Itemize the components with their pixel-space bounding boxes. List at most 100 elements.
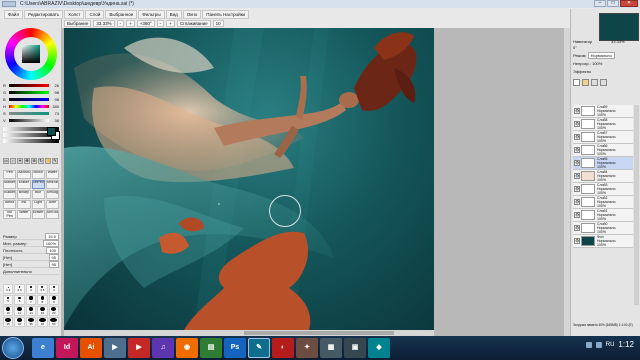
color-slider-row[interactable]: S 73 bbox=[3, 110, 59, 117]
blend-mode-row[interactable]: Режим: Нормально bbox=[573, 52, 639, 59]
tool-option-chip[interactable]: + bbox=[126, 20, 135, 27]
effects-row[interactable]: Эффекты bbox=[573, 69, 639, 74]
maximize-button[interactable]: □ bbox=[607, 0, 619, 7]
taskbar-app-button[interactable]: ◆ bbox=[368, 338, 390, 358]
brush-tool-button[interactable]: SelPen bbox=[31, 180, 45, 189]
brush-size-button[interactable]: 7 bbox=[25, 295, 37, 305]
brush-size-button[interactable]: 2.6 bbox=[14, 284, 25, 294]
color-wheel[interactable] bbox=[5, 28, 57, 80]
taskbar-app-button[interactable]: ♫ bbox=[152, 338, 174, 358]
slider-track[interactable] bbox=[9, 105, 49, 108]
merge-layer-icon[interactable] bbox=[600, 79, 607, 86]
brush-property-value[interactable]: 100 bbox=[46, 246, 59, 254]
navigator-preview[interactable] bbox=[599, 13, 639, 41]
taskbar-app-button[interactable]: ✦ bbox=[296, 338, 318, 358]
magic-wand-icon[interactable]: ✦ bbox=[17, 158, 23, 164]
brush-property-value[interactable]: 15.0 bbox=[45, 232, 59, 240]
brush-property-row[interactable]: [Нет] 95 bbox=[3, 260, 59, 268]
brush-tool-button[interactable]: Water bbox=[45, 170, 59, 179]
brush-size-button[interactable]: 16 bbox=[37, 306, 48, 316]
lasso-icon[interactable]: ◌ bbox=[10, 158, 16, 164]
select-icon[interactable]: ▭ bbox=[3, 158, 9, 164]
brush-tool-button[interactable]: Water bbox=[17, 210, 31, 219]
brush-size-button[interactable]: 35 bbox=[25, 317, 37, 327]
color-slider-row[interactable]: R 26 bbox=[3, 82, 59, 89]
close-button[interactable]: ✕ bbox=[620, 0, 638, 7]
slider-value[interactable]: 98 bbox=[51, 90, 59, 95]
layer-row[interactable]: 👁 Слой9 Нормально 100% bbox=[573, 105, 633, 118]
brush-tool-button[interactable]: AirBrush bbox=[17, 170, 31, 179]
brush-tool-button[interactable]: SelEras bbox=[45, 180, 59, 189]
brush-property-value[interactable]: 100% bbox=[42, 239, 59, 247]
brush-size-button[interactable]: 14 bbox=[25, 306, 37, 316]
brush-size-button[interactable]: 9 bbox=[48, 295, 59, 305]
menu-item[interactable]: Фильтры bbox=[138, 9, 165, 19]
brush-size-button[interactable]: 10 bbox=[3, 306, 14, 316]
opacity-row[interactable]: Непрозр.: 100% bbox=[573, 61, 639, 66]
taskbar-app-button[interactable]: ▶ bbox=[104, 338, 126, 358]
taskbar-app-button[interactable]: Ps bbox=[224, 338, 246, 358]
navigator-zoom[interactable]: 33.33% bbox=[611, 39, 625, 44]
menu-item[interactable]: Холст bbox=[64, 9, 85, 19]
new-folder-icon[interactable] bbox=[582, 79, 589, 86]
brush-size-button[interactable]: 40 bbox=[37, 317, 48, 327]
tool-option-chip[interactable]: 33.33% bbox=[93, 20, 115, 27]
taskbar-app-button[interactable]: ◐ bbox=[272, 338, 294, 358]
slider-track[interactable] bbox=[9, 119, 49, 122]
brush-tool-button[interactable]: Light bbox=[31, 200, 45, 209]
brush-tool-button[interactable]: Marker bbox=[3, 180, 17, 189]
slider-value[interactable]: 180 bbox=[51, 104, 59, 109]
slider-track[interactable] bbox=[9, 98, 49, 101]
taskbar-app-button[interactable]: ✎ bbox=[248, 338, 270, 358]
color-slider-row[interactable]: B 98 bbox=[3, 96, 59, 103]
taskbar-app-button[interactable]: ▶ bbox=[128, 338, 150, 358]
language-indicator[interactable]: RU bbox=[606, 342, 615, 348]
brush-tool-button[interactable]: Eraser bbox=[17, 180, 31, 189]
taskbar-app-button[interactable]: Id bbox=[56, 338, 78, 358]
taskbar-app-button[interactable]: e bbox=[32, 338, 54, 358]
slider-value[interactable]: 73 bbox=[51, 111, 59, 116]
brush-tool-button[interactable]: Blur bbox=[31, 190, 45, 199]
visibility-toggle-icon[interactable]: 👁 bbox=[574, 199, 580, 205]
volume-icon[interactable] bbox=[595, 341, 602, 348]
brush-size-button[interactable]: 4 bbox=[48, 284, 59, 294]
brush-size-button[interactable]: 5 bbox=[3, 295, 14, 305]
color-slider-row[interactable]: G 98 bbox=[3, 89, 59, 96]
tool-option-chip[interactable]: - bbox=[156, 20, 165, 27]
brush-size-button[interactable]: 3 bbox=[25, 284, 37, 294]
layer-row[interactable]: 👁 Фон Нормально 100% bbox=[573, 235, 633, 248]
taskbar-app-button[interactable]: ◉ bbox=[176, 338, 198, 358]
brush-size-button[interactable]: 20 bbox=[48, 306, 59, 316]
brush-size-button[interactable]: 3.5 bbox=[37, 284, 48, 294]
foreground-color[interactable] bbox=[47, 127, 56, 136]
blend-mode-value[interactable]: Нормально bbox=[587, 52, 615, 59]
slider-track[interactable] bbox=[9, 112, 49, 115]
taskbar-app-button[interactable]: ▦ bbox=[320, 338, 342, 358]
fg-bg-colors[interactable] bbox=[47, 127, 60, 140]
brush-tool-button[interactable]: Blend bbox=[3, 200, 17, 209]
new-layer-icon[interactable] bbox=[573, 79, 580, 86]
tool-option-chip[interactable]: Сглаживание bbox=[176, 20, 211, 27]
brush-tool-button[interactable]: Pen bbox=[3, 170, 17, 179]
layer-row[interactable]: 👁 Слой7 Нормально 100% bbox=[573, 131, 633, 144]
brush-size-button[interactable]: 12 bbox=[14, 306, 25, 316]
tool-option-chip[interactable]: - bbox=[116, 20, 125, 27]
brush-size-button[interactable]: 6 bbox=[14, 295, 25, 305]
layer-row[interactable]: 👁 Слой6 Нормально 100% bbox=[573, 144, 633, 157]
brush-size-button[interactable]: 2.3 bbox=[3, 284, 14, 294]
move-icon[interactable]: ✥ bbox=[24, 158, 30, 164]
layer-row[interactable]: 👁 Слой0 Нормально 100% bbox=[573, 222, 633, 235]
slider-value[interactable]: 98 bbox=[51, 97, 59, 102]
brush-size-button[interactable]: 50 bbox=[48, 317, 59, 327]
layer-list-scrollbar[interactable] bbox=[634, 105, 639, 305]
layer-row[interactable]: 👁 Слой2 Нормально 100% bbox=[573, 196, 633, 209]
visibility-toggle-icon[interactable]: 👁 bbox=[574, 134, 580, 140]
color-slider-row[interactable]: H 180 bbox=[3, 103, 59, 110]
visibility-toggle-icon[interactable]: 👁 bbox=[574, 108, 580, 114]
menu-item[interactable]: Файл bbox=[4, 9, 24, 19]
menu-item[interactable]: Вид bbox=[165, 9, 182, 19]
brush-size-button[interactable]: 25 bbox=[3, 317, 14, 327]
taskbar-app-button[interactable]: Ai bbox=[80, 338, 102, 358]
menu-item[interactable]: Выбранное bbox=[105, 9, 138, 19]
delete-layer-icon[interactable] bbox=[591, 79, 598, 86]
